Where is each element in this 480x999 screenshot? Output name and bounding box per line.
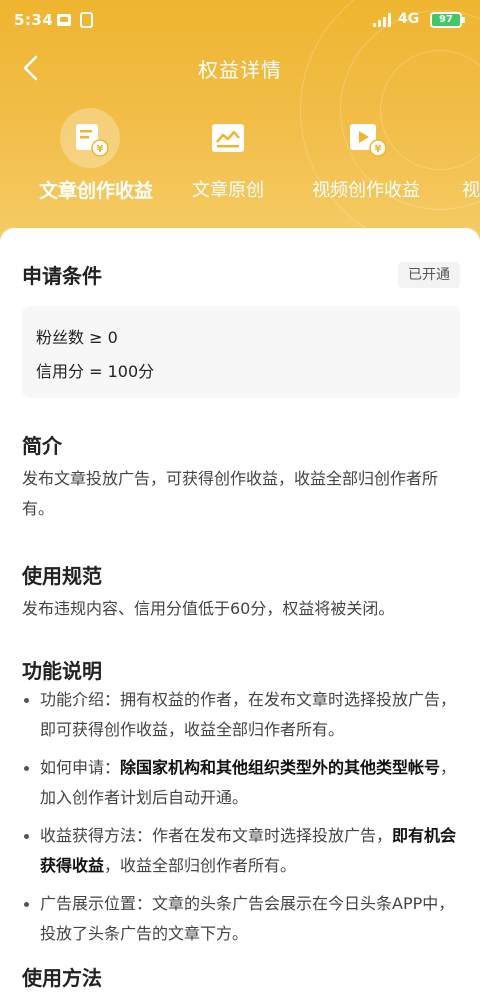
network-type: 4G: [398, 11, 420, 27]
signal-icon: [373, 13, 393, 27]
svg-text:¥: ¥: [97, 144, 104, 155]
list-item: 收益获得方法：作者在发布文章时选择投放广告，即有机会获得收益，收益全部归创作者所…: [22, 821, 462, 881]
page-title: 权益详情: [198, 58, 282, 82]
feature-text: 如何申请：: [40, 758, 121, 777]
tab-partial[interactable]: 视: [462, 100, 480, 210]
mail-notification-icon: [57, 14, 71, 26]
tab-original-article[interactable]: 文章原创: [182, 100, 274, 210]
battery-icon: 97: [430, 12, 465, 28]
status-time: 5:34: [14, 11, 54, 29]
app-notification-icon: [80, 12, 93, 28]
tab-icon-bg: ¥: [60, 108, 120, 168]
condition-item: 粉丝数 ≥ 0: [36, 328, 118, 347]
video-income-icon: ¥: [350, 124, 387, 157]
usage-title: 使用方法: [22, 966, 102, 990]
tab-label: 视: [462, 180, 480, 201]
tab-label: 文章创作收益: [38, 180, 153, 202]
feature-text: 广告展示位置：文章的头条广告会展示在今日头条APP中，投放了头条广告的文章下方。: [40, 894, 455, 943]
article-income-icon: ¥: [76, 124, 109, 157]
tab-icon-bg: [198, 108, 258, 168]
features-title: 功能说明: [22, 659, 102, 683]
feature-text: 功能介绍：拥有权益的作者，在发布文章时选择投放广告，即可获得创作收益，收益全部归…: [40, 690, 457, 739]
svg-text:¥: ¥: [375, 144, 382, 155]
condition-item: 信用分 = 100分: [36, 362, 155, 381]
intro-text: 发布文章投放广告，可获得创作收益，收益全部归创作者所有。: [22, 469, 439, 518]
tab-icon-bg: ¥: [336, 108, 396, 168]
status-badge: 已开通: [398, 262, 460, 288]
conditions-title: 申请条件: [22, 264, 102, 288]
feature-text: ，收益全部归创作者所有。: [104, 856, 297, 875]
tab-label: 视频创作收益: [312, 180, 420, 201]
features-list: 功能介绍：拥有权益的作者，在发布文章时选择投放广告，即可获得创作收益，收益全部归…: [22, 685, 462, 957]
status-bar: 5:34 4G 97: [0, 0, 480, 40]
feature-bold-text: 除国家机构和其他组织类型外的其他类型帐号: [120, 758, 441, 777]
rules-text: 发布违规内容、信用分值低于60分，权益将被关闭。: [22, 599, 395, 618]
list-item: 功能介绍：拥有权益的作者，在发布文章时选择投放广告，即可获得创作收益，收益全部归…: [22, 685, 462, 745]
original-article-icon: [212, 124, 244, 152]
tab-label: 文章原创: [192, 180, 264, 201]
tab-article-income[interactable]: ¥ 文章创作收益: [20, 100, 172, 210]
tab-video-income[interactable]: ¥ 视频创作收益: [303, 100, 429, 210]
list-item: 如何申请：除国家机构和其他组织类型外的其他类型帐号，加入创作者计划后自动开通。: [22, 753, 462, 813]
list-item: 广告展示位置：文章的头条广告会展示在今日头条APP中，投放了头条广告的文章下方。: [22, 889, 462, 949]
intro-title: 简介: [22, 434, 62, 458]
rules-title: 使用规范: [22, 564, 102, 588]
feature-text: 收益获得方法：作者在发布文章时选择投放广告，: [40, 826, 393, 845]
conditions-box: 粉丝数 ≥ 0 信用分 = 100分: [22, 306, 460, 398]
